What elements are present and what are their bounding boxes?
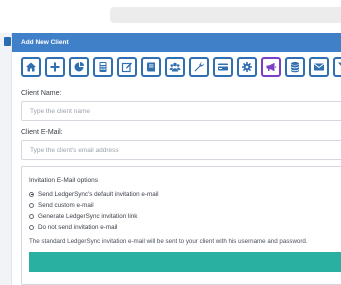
option-label: Do not send invitation e-mail xyxy=(38,223,118,231)
option-no-email[interactable]: Do not send invitation e-mail xyxy=(29,222,117,232)
edit-button[interactable] xyxy=(117,57,137,77)
users-button[interactable] xyxy=(165,57,185,77)
filter-button[interactable] xyxy=(333,57,341,77)
reports-button[interactable] xyxy=(69,57,89,77)
home-button[interactable] xyxy=(21,57,41,77)
ledger-button[interactable] xyxy=(141,57,161,77)
tools-button[interactable] xyxy=(189,57,209,77)
calculator-icon xyxy=(99,62,107,72)
credit-card-icon xyxy=(218,63,228,71)
toolbar xyxy=(21,57,341,81)
add-button[interactable] xyxy=(45,57,65,77)
edit-icon xyxy=(121,62,132,73)
radio-button[interactable] xyxy=(29,202,34,208)
option-default-invitation[interactable]: Send LedgerSync's default invitation e-m… xyxy=(29,189,159,199)
left-sidebar-edge xyxy=(0,33,11,285)
option-label: Send LedgerSync's default invitation e-m… xyxy=(38,190,159,198)
users-icon xyxy=(169,62,181,72)
home-icon xyxy=(26,62,36,72)
client-email-label: Client E-Mail: xyxy=(21,129,63,136)
wrench-icon xyxy=(194,62,204,72)
database-icon xyxy=(291,62,299,73)
plus-icon xyxy=(50,62,60,72)
option-generate-link[interactable]: Generate LedgerSync invitation link xyxy=(29,211,137,221)
client-name-label: Client Name: xyxy=(21,90,62,97)
panel-title: Add New Client xyxy=(12,33,341,52)
pie-chart-icon xyxy=(74,62,84,72)
database-button[interactable] xyxy=(285,57,305,77)
gear-icon xyxy=(242,62,252,72)
invitation-options-box: Invitation E-Mail options Send LedgerSyn… xyxy=(21,166,341,285)
option-custom-email[interactable]: Send custom e-mail xyxy=(29,200,94,210)
payments-button[interactable] xyxy=(213,57,233,77)
radio-button[interactable] xyxy=(29,191,34,197)
invitation-options-title: Invitation E-Mail options xyxy=(29,177,99,184)
radio-button[interactable] xyxy=(29,224,34,230)
envelope-icon xyxy=(314,63,324,71)
client-email-input[interactable] xyxy=(21,140,341,160)
filter-icon xyxy=(338,62,341,66)
settings-button[interactable] xyxy=(237,57,257,77)
top-search-bar[interactable] xyxy=(110,7,341,23)
book-icon xyxy=(147,62,155,72)
submit-bar[interactable] xyxy=(29,252,341,272)
add-client-panel: Add New Client Client Name: Type the cli… xyxy=(11,33,341,285)
invitation-info-text: The standard LedgerSync invitation e-mai… xyxy=(29,238,308,245)
calculator-button[interactable] xyxy=(93,57,113,77)
option-label: Send custom e-mail xyxy=(38,201,94,209)
email-button[interactable] xyxy=(309,57,329,77)
radio-button[interactable] xyxy=(29,213,34,219)
top-bar xyxy=(0,0,341,33)
announcements-button[interactable] xyxy=(261,57,281,77)
client-name-input[interactable] xyxy=(21,101,341,121)
sidebar-marker xyxy=(4,37,11,46)
megaphone-icon xyxy=(266,62,277,72)
option-label: Generate LedgerSync invitation link xyxy=(38,212,138,220)
